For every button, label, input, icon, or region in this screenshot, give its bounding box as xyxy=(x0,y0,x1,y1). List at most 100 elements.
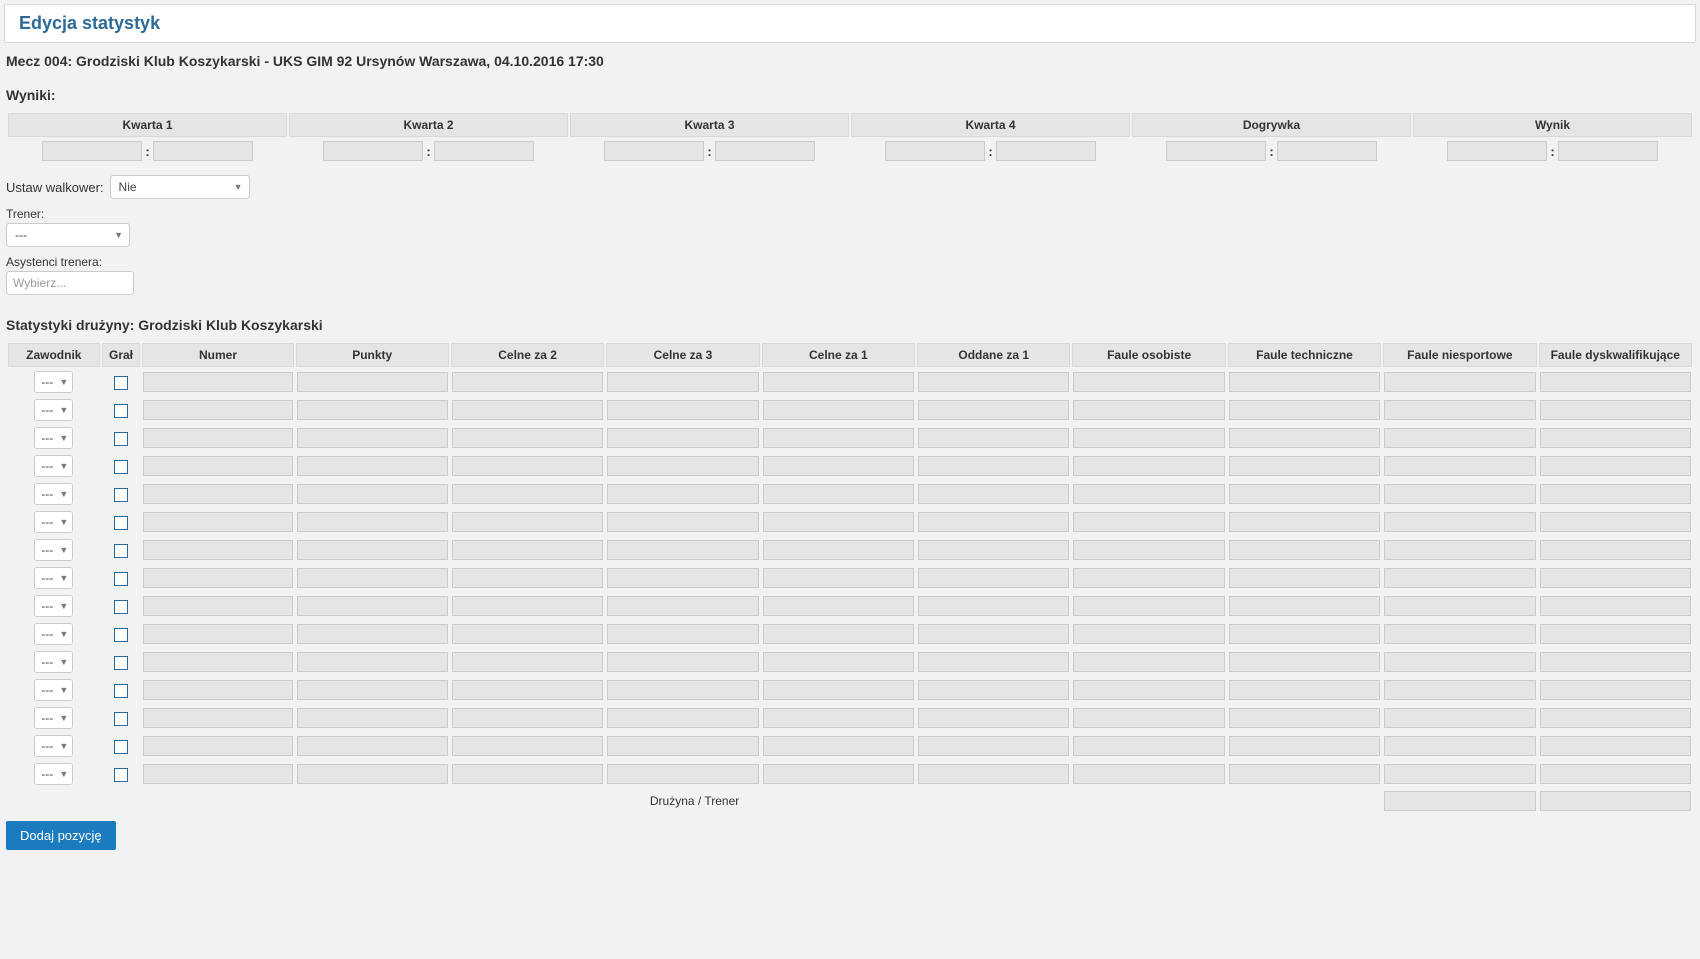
stat-input[interactable] xyxy=(143,456,292,476)
stat-input[interactable] xyxy=(1229,708,1380,728)
stat-input[interactable] xyxy=(452,596,603,616)
score-home-3[interactable] xyxy=(885,141,985,161)
stat-input[interactable] xyxy=(452,736,603,756)
stat-input[interactable] xyxy=(763,456,914,476)
stat-input[interactable] xyxy=(1073,736,1224,756)
stat-input[interactable] xyxy=(1229,372,1380,392)
player-select[interactable]: ---▼ xyxy=(34,623,73,645)
stat-input[interactable] xyxy=(452,652,603,672)
stat-input[interactable] xyxy=(1229,428,1380,448)
stat-input[interactable] xyxy=(1540,596,1691,616)
stat-input[interactable] xyxy=(763,652,914,672)
stat-input[interactable] xyxy=(1229,764,1380,784)
player-select[interactable]: ---▼ xyxy=(34,707,73,729)
stat-input[interactable] xyxy=(452,372,603,392)
stat-input[interactable] xyxy=(143,624,292,644)
stat-input[interactable] xyxy=(297,540,448,560)
player-select[interactable]: ---▼ xyxy=(34,735,73,757)
stat-input[interactable] xyxy=(297,764,448,784)
stat-input[interactable] xyxy=(1073,512,1224,532)
played-checkbox[interactable] xyxy=(114,488,128,502)
stat-input[interactable] xyxy=(918,568,1069,588)
stat-input[interactable] xyxy=(1073,540,1224,560)
played-checkbox[interactable] xyxy=(114,740,128,754)
stat-input[interactable] xyxy=(1540,764,1691,784)
stat-input[interactable] xyxy=(763,624,914,644)
stat-input[interactable] xyxy=(1073,596,1224,616)
score-home-5[interactable] xyxy=(1447,141,1547,161)
stat-input[interactable] xyxy=(1073,400,1224,420)
add-row-button[interactable]: Dodaj pozycję xyxy=(6,821,116,850)
stat-input[interactable] xyxy=(1073,624,1224,644)
stat-input[interactable] xyxy=(1384,456,1535,476)
stat-input[interactable] xyxy=(1229,512,1380,532)
player-select[interactable]: ---▼ xyxy=(34,567,73,589)
stat-input[interactable] xyxy=(918,428,1069,448)
stat-input[interactable] xyxy=(297,372,448,392)
player-select[interactable]: ---▼ xyxy=(34,427,73,449)
stat-input[interactable] xyxy=(1384,680,1535,700)
stat-input[interactable] xyxy=(1540,540,1691,560)
stat-input[interactable] xyxy=(1540,568,1691,588)
stat-input[interactable] xyxy=(607,624,758,644)
stat-input[interactable] xyxy=(1229,540,1380,560)
score-home-1[interactable] xyxy=(323,141,423,161)
stat-input[interactable] xyxy=(1540,680,1691,700)
stat-input[interactable] xyxy=(1540,512,1691,532)
score-away-1[interactable] xyxy=(434,141,534,161)
played-checkbox[interactable] xyxy=(114,572,128,586)
stat-input[interactable] xyxy=(452,456,603,476)
stat-input[interactable] xyxy=(607,596,758,616)
stat-input[interactable] xyxy=(1384,791,1535,811)
stat-input[interactable] xyxy=(143,652,292,672)
stat-input[interactable] xyxy=(452,624,603,644)
player-select[interactable]: ---▼ xyxy=(34,679,73,701)
stat-input[interactable] xyxy=(452,540,603,560)
player-select[interactable]: ---▼ xyxy=(34,483,73,505)
player-select[interactable]: ---▼ xyxy=(34,651,73,673)
stat-input[interactable] xyxy=(297,400,448,420)
played-checkbox[interactable] xyxy=(114,600,128,614)
stat-input[interactable] xyxy=(452,484,603,504)
played-checkbox[interactable] xyxy=(114,460,128,474)
stat-input[interactable] xyxy=(607,540,758,560)
stat-input[interactable] xyxy=(1540,652,1691,672)
stat-input[interactable] xyxy=(1540,428,1691,448)
stat-input[interactable] xyxy=(918,484,1069,504)
stat-input[interactable] xyxy=(297,652,448,672)
played-checkbox[interactable] xyxy=(114,684,128,698)
stat-input[interactable] xyxy=(143,596,292,616)
stat-input[interactable] xyxy=(452,428,603,448)
stat-input[interactable] xyxy=(763,372,914,392)
stat-input[interactable] xyxy=(763,428,914,448)
stat-input[interactable] xyxy=(1384,596,1535,616)
coach-select[interactable]: --- ▼ xyxy=(6,223,130,247)
stat-input[interactable] xyxy=(763,512,914,532)
stat-input[interactable] xyxy=(763,400,914,420)
stat-input[interactable] xyxy=(1229,400,1380,420)
stat-input[interactable] xyxy=(607,456,758,476)
stat-input[interactable] xyxy=(1229,680,1380,700)
score-home-0[interactable] xyxy=(42,141,142,161)
player-select[interactable]: ---▼ xyxy=(34,539,73,561)
stat-input[interactable] xyxy=(763,596,914,616)
stat-input[interactable] xyxy=(1229,456,1380,476)
stat-input[interactable] xyxy=(297,428,448,448)
stat-input[interactable] xyxy=(297,680,448,700)
stat-input[interactable] xyxy=(143,400,292,420)
stat-input[interactable] xyxy=(1073,484,1224,504)
stat-input[interactable] xyxy=(143,428,292,448)
stat-input[interactable] xyxy=(297,736,448,756)
stat-input[interactable] xyxy=(1540,484,1691,504)
stat-input[interactable] xyxy=(607,764,758,784)
played-checkbox[interactable] xyxy=(114,544,128,558)
stat-input[interactable] xyxy=(1073,568,1224,588)
stat-input[interactable] xyxy=(143,680,292,700)
played-checkbox[interactable] xyxy=(114,432,128,446)
stat-input[interactable] xyxy=(763,680,914,700)
stat-input[interactable] xyxy=(607,708,758,728)
played-checkbox[interactable] xyxy=(114,404,128,418)
stat-input[interactable] xyxy=(607,652,758,672)
score-away-0[interactable] xyxy=(153,141,253,161)
stat-input[interactable] xyxy=(143,540,292,560)
